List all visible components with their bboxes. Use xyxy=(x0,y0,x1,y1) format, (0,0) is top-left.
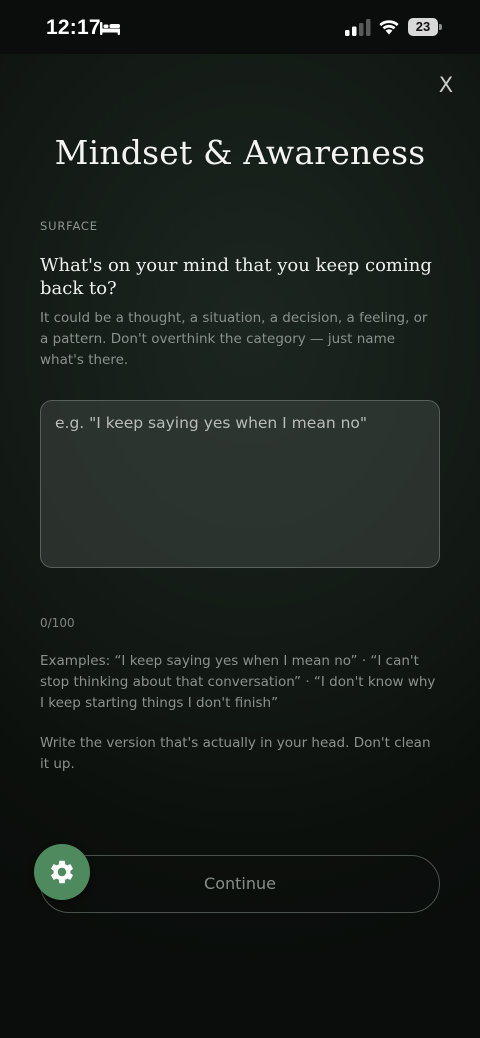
settings-button[interactable] xyxy=(34,844,90,900)
status-bar: 12:17 23 xyxy=(0,0,480,54)
character-counter: 0/100 xyxy=(40,616,75,630)
battery-level: 23 xyxy=(415,19,431,34)
section-label: SURFACE xyxy=(40,219,98,233)
battery-tip xyxy=(439,24,442,30)
page-title: Mindset & Awareness xyxy=(54,133,426,172)
close-button[interactable]: X xyxy=(433,70,459,100)
gear-icon xyxy=(51,860,73,884)
thought-input[interactable] xyxy=(40,400,440,568)
instruction-text: Write the version that's actually in you… xyxy=(40,735,431,772)
wifi-icon xyxy=(379,20,399,35)
continue-button[interactable]: Continue xyxy=(40,855,440,913)
examples-text: Examples: “I keep saying yes when I mean… xyxy=(40,653,436,711)
question-description: It could be a thought, a situation, a de… xyxy=(40,310,428,368)
screen: 12:17 23 X Mindset & Awareness SURFACE W… xyxy=(0,0,480,1038)
bed-icon xyxy=(100,22,120,35)
cellular-signal-icon xyxy=(345,19,371,36)
question-text: What's on your mind that you keep coming… xyxy=(40,255,432,299)
battery-icon: 23 xyxy=(408,18,442,36)
status-time: 12:17 xyxy=(46,16,101,39)
